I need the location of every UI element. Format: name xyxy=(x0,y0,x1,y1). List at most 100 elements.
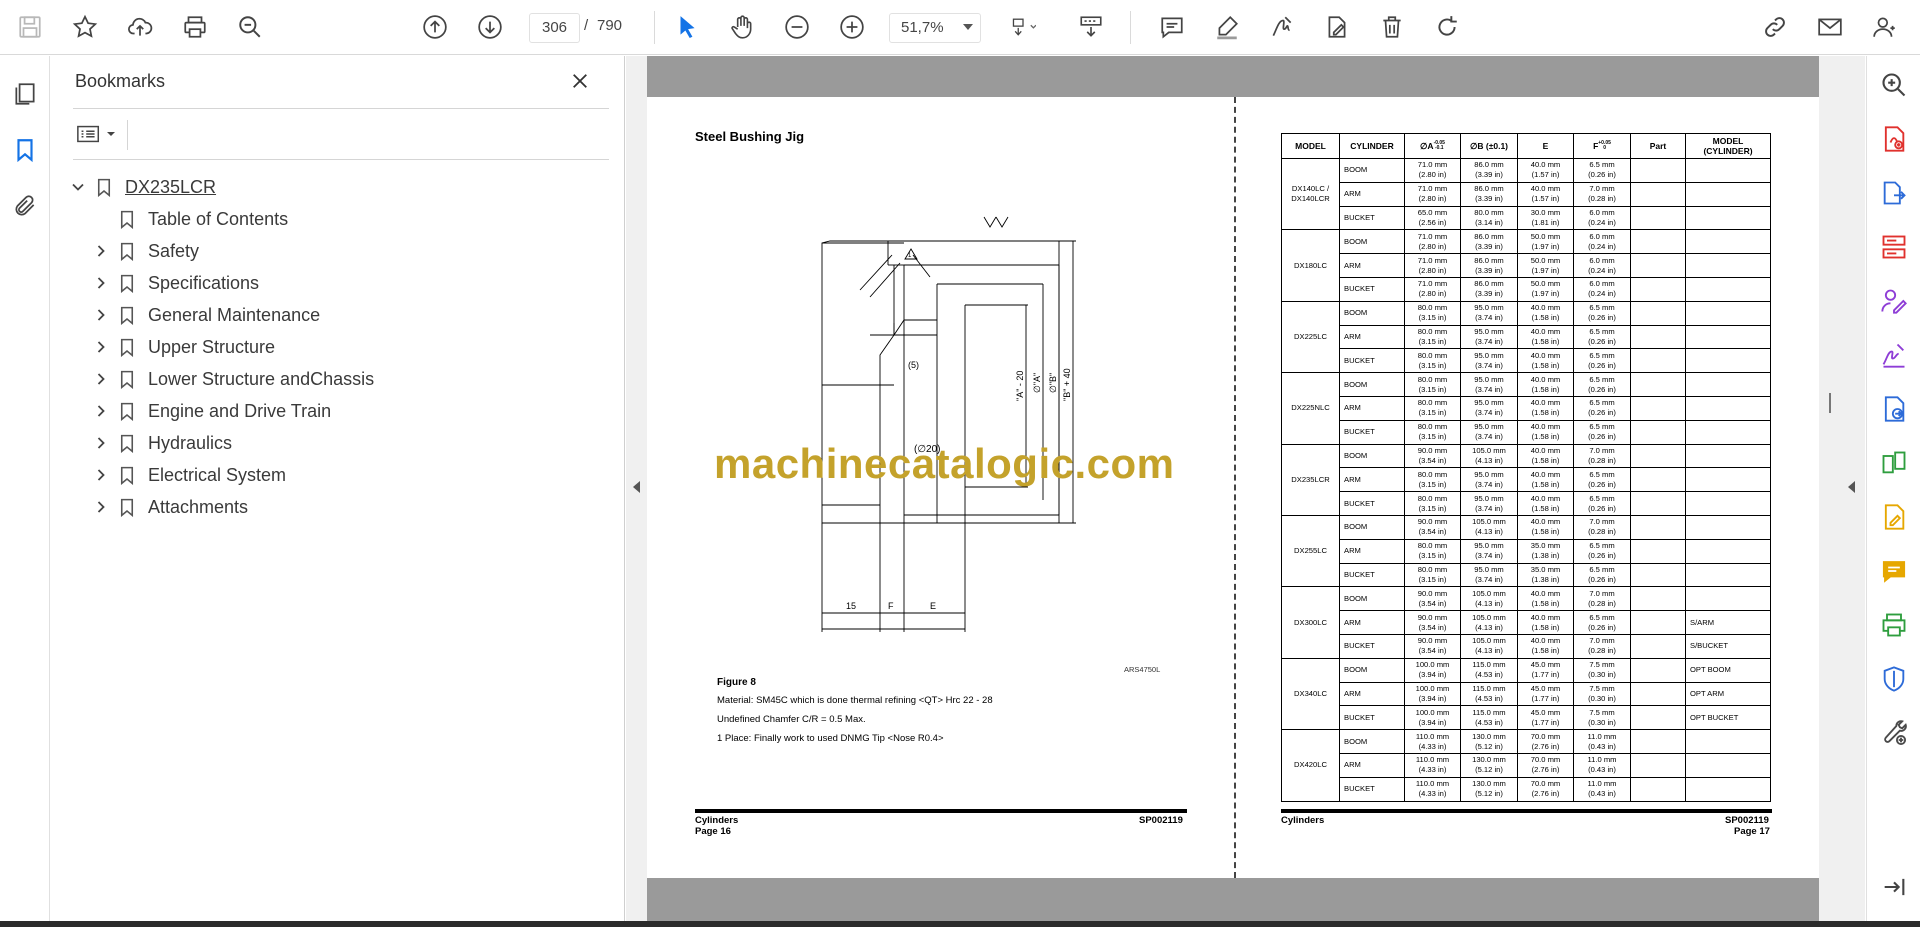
page-thumbnails-icon[interactable] xyxy=(7,76,43,112)
bookmark-item-general-maintenance[interactable]: General Maintenance xyxy=(92,301,320,329)
print-production-icon[interactable] xyxy=(1878,609,1910,641)
page-up-icon[interactable] xyxy=(417,9,453,45)
dimension-cell-a: 80.0 mm (3.15 in) xyxy=(1404,300,1461,326)
fill-sign-icon[interactable] xyxy=(1878,285,1910,317)
collapse-left-panel-icon[interactable] xyxy=(633,481,640,493)
zoom-in-icon[interactable] xyxy=(834,9,870,45)
scroll-mode-icon[interactable] xyxy=(1073,9,1109,45)
chevron-down-icon[interactable] xyxy=(69,178,87,196)
bookmark-star-icon[interactable] xyxy=(67,9,103,45)
scrollbar-grip[interactable] xyxy=(1829,393,1831,413)
fit-page-icon[interactable] xyxy=(1000,9,1046,45)
value-mm: 90.0 mm xyxy=(1417,588,1448,598)
upload-cloud-icon[interactable] xyxy=(122,9,158,45)
zoom-search-icon[interactable] xyxy=(232,9,268,45)
dimension-cell-e: 40.0 mm (1.58 in) xyxy=(1517,491,1574,516)
share-link-icon[interactable] xyxy=(1757,9,1793,45)
bookmark-root-dx235lcr[interactable]: DX235LCR xyxy=(69,173,216,201)
expand-panel-icon[interactable] xyxy=(1878,871,1910,903)
cylinder-cell: BUCKET xyxy=(1339,419,1405,445)
select-cursor-icon[interactable] xyxy=(669,9,705,45)
chevron-right-icon[interactable] xyxy=(92,370,110,388)
cylinder-cell: BOOM xyxy=(1339,372,1405,397)
compare-files-icon[interactable] xyxy=(1878,447,1910,479)
zoom-pages-icon[interactable] xyxy=(1878,69,1910,101)
highlight-pen-icon[interactable] xyxy=(1209,9,1245,45)
footer-doc-code: SP002119 xyxy=(1139,815,1183,826)
value-mm: 95.0 mm xyxy=(1474,469,1504,479)
dimension-cell-f: 7.0 mm (0.28 in) xyxy=(1573,181,1631,207)
model-cylinder-cell xyxy=(1685,538,1771,564)
value-in: (4.33 in) xyxy=(1418,741,1447,751)
chevron-right-icon[interactable] xyxy=(92,242,110,260)
value-mm: 11.0 mm xyxy=(1587,731,1617,741)
combine-files-icon[interactable] xyxy=(1878,393,1910,425)
dimension-cell-a: 80.0 mm (3.15 in) xyxy=(1404,538,1461,564)
attachments-icon[interactable] xyxy=(7,188,43,224)
protect-icon[interactable] xyxy=(1878,663,1910,695)
bookmark-item-lower-structure[interactable]: Lower Structure andChassis xyxy=(92,365,374,393)
bookmarks-icon[interactable] xyxy=(7,132,43,168)
bookmark-options-button[interactable] xyxy=(76,120,120,148)
sign-icon[interactable] xyxy=(1264,9,1300,45)
chevron-right-icon[interactable] xyxy=(92,274,110,292)
bookmark-item-table-of-contents[interactable]: Table of Contents xyxy=(92,205,288,233)
model-cylinder-cell xyxy=(1685,729,1771,754)
value-mm: 80.0 mm xyxy=(1417,398,1448,408)
zoom-out-icon[interactable] xyxy=(779,9,815,45)
chevron-right-icon[interactable] xyxy=(92,466,110,484)
bookmark-item-attachments[interactable]: Attachments xyxy=(92,493,248,521)
dimension-cell-a: 90.0 mm (3.54 in) xyxy=(1404,633,1461,659)
table-row: DX225LC BOOM 80.0 mm (3.15 in) 95.0 mm (3.74 … xyxy=(1281,300,1771,374)
bookmark-icon xyxy=(118,432,136,454)
hand-pan-icon[interactable] xyxy=(724,9,760,45)
chevron-right-icon[interactable] xyxy=(92,402,110,420)
bookmark-item-specifications[interactable]: Specifications xyxy=(92,269,259,297)
save-icon[interactable] xyxy=(12,9,48,45)
chevron-right-icon[interactable] xyxy=(92,434,110,452)
table-row: ARM 71.0 mm (2.80 in) 86.0 mm (3.39 in) 40.0 … xyxy=(1282,181,1771,207)
cylinder-cell: BUCKET xyxy=(1339,348,1405,374)
organize-pages-icon[interactable] xyxy=(1878,231,1910,263)
value-in: (0.24 in) xyxy=(1588,289,1616,299)
value-in: (3.15 in) xyxy=(1418,313,1447,323)
value-mm: 130.0 mm xyxy=(1472,755,1506,765)
bookmark-item-hydraulics[interactable]: Hydraulics xyxy=(92,429,232,457)
value-mm: 80.0 mm xyxy=(1417,469,1448,479)
dimension-cell-f: 7.0 mm (0.28 in) xyxy=(1573,586,1631,612)
chevron-right-icon[interactable] xyxy=(92,306,110,324)
figure-note: Undefined Chamfer C/R = 0.5 Max. xyxy=(717,714,866,725)
close-icon[interactable] xyxy=(567,68,593,94)
section-heading: Steel Bushing Jig xyxy=(695,129,805,144)
delete-icon[interactable] xyxy=(1374,9,1410,45)
bookmark-item-electrical-system[interactable]: Electrical System xyxy=(92,461,286,489)
edit-pdf-icon[interactable] xyxy=(1878,501,1910,533)
comment-icon[interactable] xyxy=(1154,9,1190,45)
email-icon[interactable] xyxy=(1812,9,1848,45)
model-cylinder-cell xyxy=(1685,776,1771,802)
value-mm: 95.0 mm xyxy=(1474,564,1504,574)
expand-right-panel-icon[interactable] xyxy=(1848,481,1855,493)
more-tools-icon[interactable] xyxy=(1878,717,1910,749)
dimension-cell-e: 40.0 mm (1.58 in) xyxy=(1517,610,1574,635)
vertical-scrollbar[interactable] xyxy=(1820,56,1830,921)
footer-rule xyxy=(695,809,1187,813)
print-icon[interactable] xyxy=(177,9,213,45)
page-number-input[interactable]: 306 xyxy=(529,13,580,43)
value-in: (3.39 in) xyxy=(1475,241,1503,251)
edit-pdf-icon[interactable] xyxy=(1319,9,1355,45)
chevron-down-icon[interactable] xyxy=(963,24,973,30)
bookmark-item-engine-and-drive-train[interactable]: Engine and Drive Train xyxy=(92,397,331,425)
dimension-cell-e: 40.0 mm (1.58 in) xyxy=(1517,443,1574,469)
chevron-right-icon[interactable] xyxy=(92,338,110,356)
account-icon[interactable] xyxy=(1867,9,1903,45)
rotate-icon[interactable] xyxy=(1429,9,1465,45)
chevron-right-icon[interactable] xyxy=(92,498,110,516)
bookmark-item-safety[interactable]: Safety xyxy=(92,237,199,265)
export-pdf-icon[interactable] xyxy=(1878,177,1910,209)
comment-icon[interactable] xyxy=(1878,555,1910,587)
create-pdf-icon[interactable] xyxy=(1878,123,1910,155)
page-down-icon[interactable] xyxy=(472,9,508,45)
bookmark-item-upper-structure[interactable]: Upper Structure xyxy=(92,333,275,361)
request-signature-icon[interactable] xyxy=(1878,339,1910,371)
